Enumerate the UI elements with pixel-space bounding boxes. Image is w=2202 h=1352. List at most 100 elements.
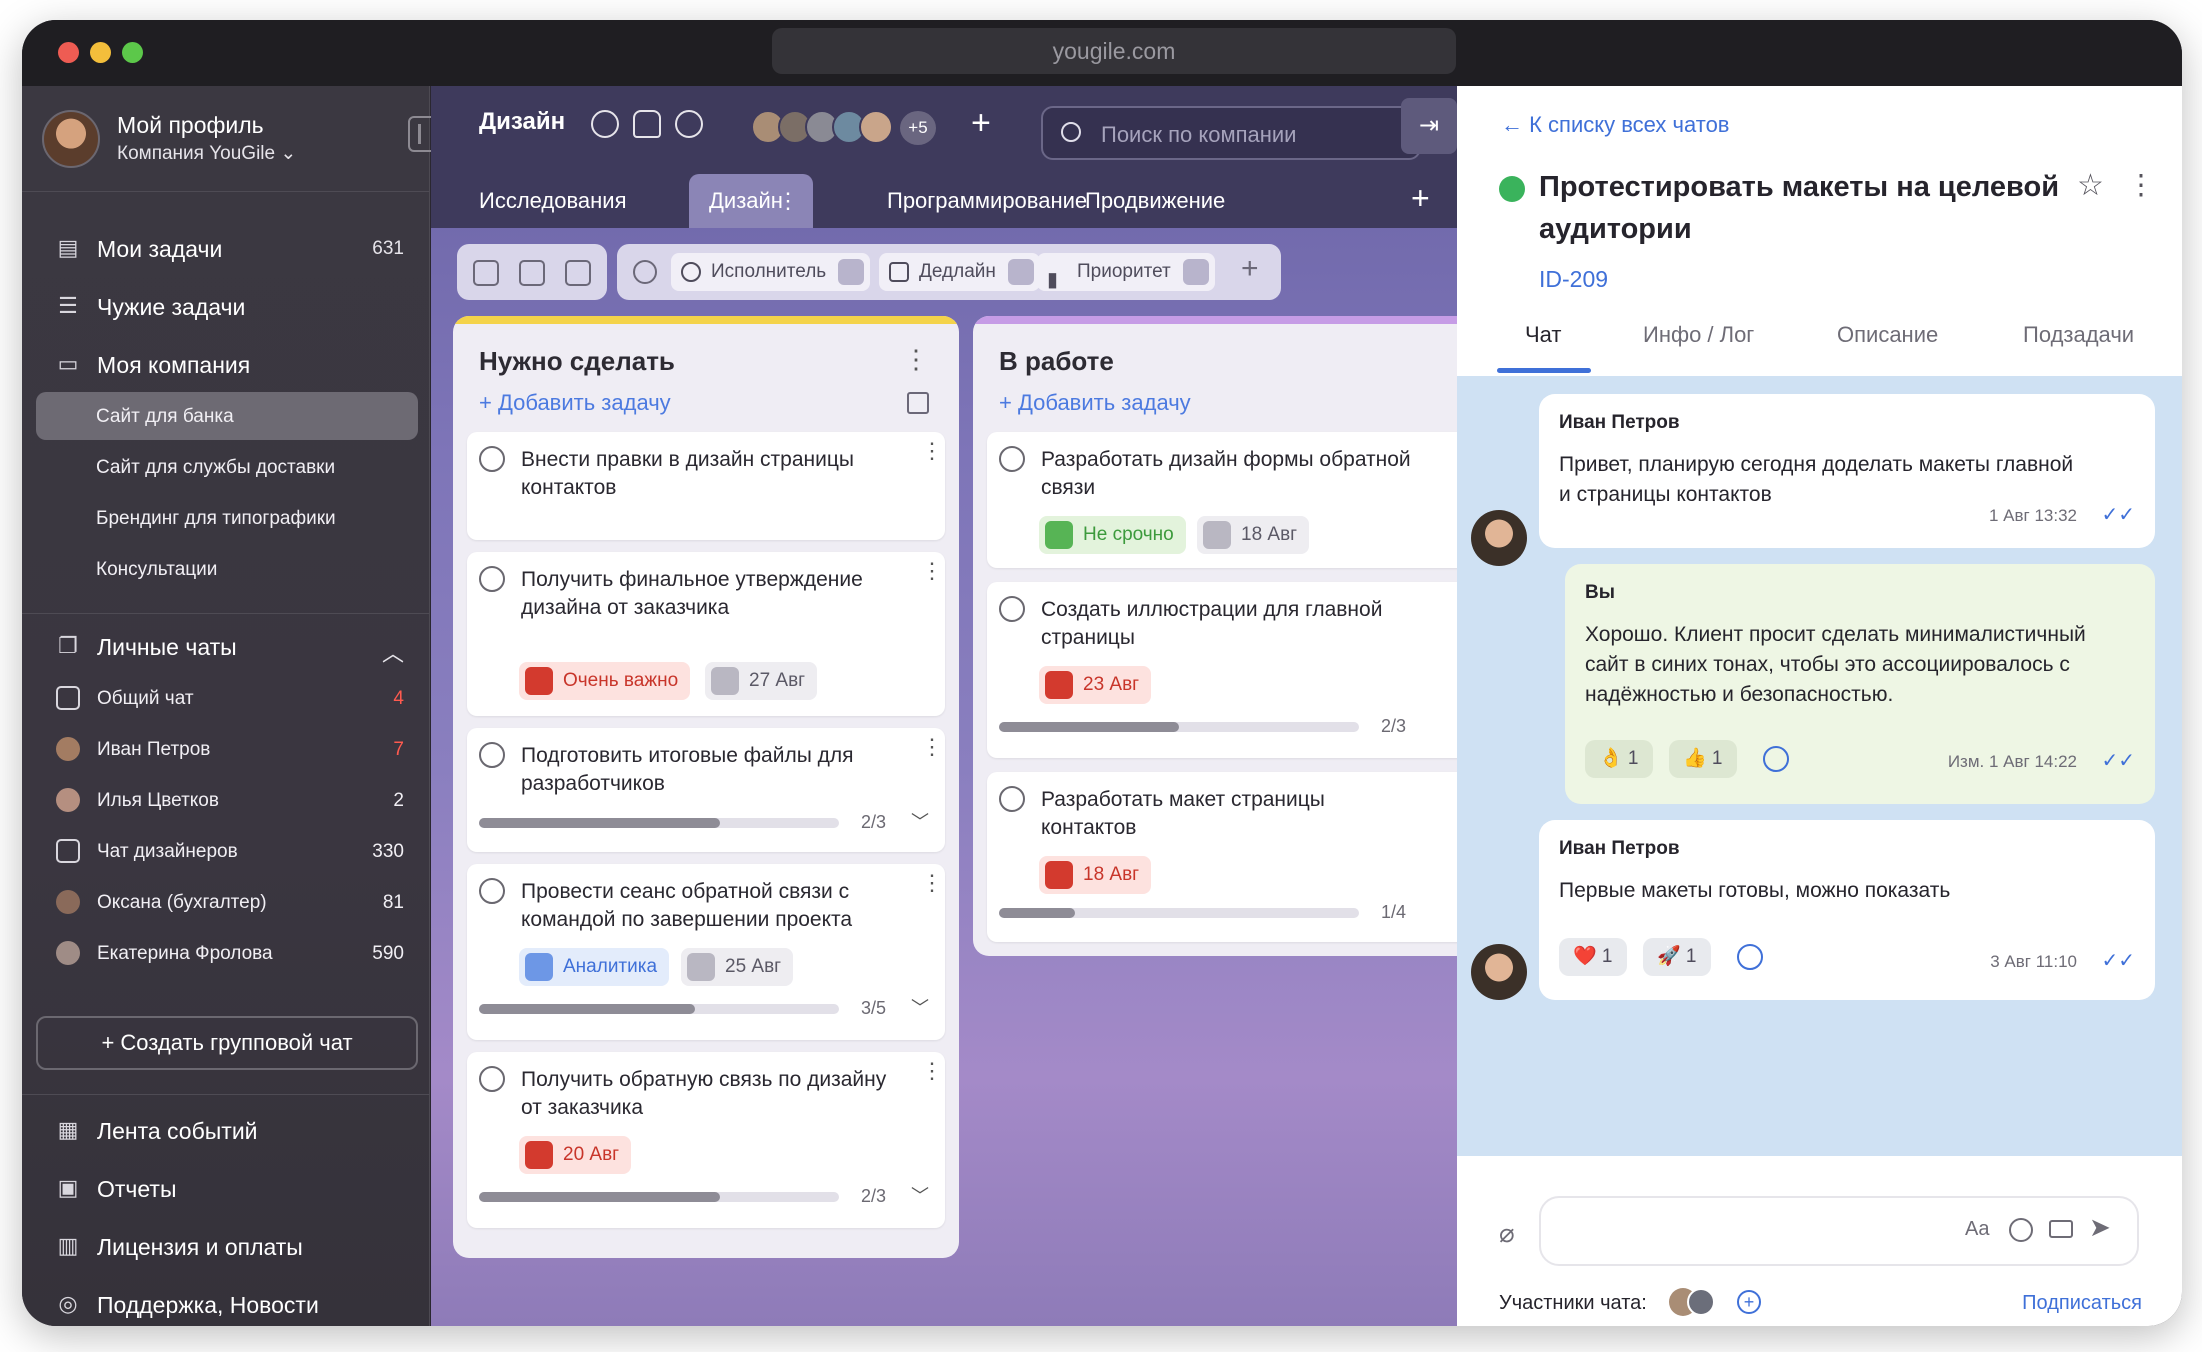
chevron-up-icon[interactable]: ︿ [382,636,404,668]
reaction-ok[interactable]: 👌 1 [1585,740,1653,778]
profile-block[interactable]: Мой профиль Компания YouGile ⌄ [22,86,444,192]
add-participant-icon[interactable]: + [1737,1290,1761,1314]
chevron-down-icon[interactable]: ﹀ [911,1182,929,1208]
search-input[interactable]: Поиск по компании [1041,106,1421,160]
list-view-icon[interactable] [565,260,591,286]
checkbox-icon[interactable] [999,446,1025,472]
add-tab-icon[interactable]: + [1411,180,1430,217]
status-done-icon[interactable] [1499,176,1525,202]
priority-tag[interactable]: Не срочно [1039,516,1186,554]
kebab-icon[interactable]: ⋮ [921,1060,943,1082]
kanban-view-icon[interactable] [473,260,499,286]
sidebar-item-support[interactable]: ◎ Поддержка, Новости [22,1280,430,1326]
chat-item[interactable]: Иван Петров 7 [22,725,430,775]
task-card[interactable]: Провести сеанс обратной связи с командой… [467,864,945,1040]
checkbox-icon[interactable] [479,878,505,904]
tab-design[interactable]: Дизайн ⋮ [689,174,813,228]
task-card[interactable]: Получить обратную связь по дизайну от за… [467,1052,945,1228]
sidebar-item-license[interactable]: ▥ Лицензия и оплаты [22,1222,430,1272]
chats-section-header[interactable]: ❐ Личные чаты ︿ [22,622,430,672]
send-icon[interactable]: ➤ [2089,1212,2111,1243]
gear-icon[interactable] [591,110,619,138]
project-item[interactable]: Сайт для банка [36,392,418,440]
open-panel-icon[interactable]: ⇥ [1401,98,1457,154]
checkbox-icon[interactable] [479,446,505,472]
text-format-icon[interactable]: Aa [1965,1218,1989,1241]
add-task-button[interactable]: + Добавить задачу [479,390,671,416]
add-reaction-icon[interactable] [1763,746,1789,772]
filter-icon[interactable] [1007,259,1034,285]
tab-info-log[interactable]: Инфо / Лог [1643,322,1754,348]
close-window-icon[interactable] [58,42,79,63]
chat-item[interactable]: Общий чат 4 [22,674,430,724]
message-input[interactable]: Aa ➤ [1539,1196,2139,1266]
task-card[interactable]: Разработать дизайн формы обратной связи … [987,432,1457,568]
calendar-view-icon[interactable] [519,260,545,286]
date-tag[interactable]: 18 Авг [1039,856,1152,894]
column-menu-icon[interactable]: ⋮ [903,344,929,375]
kebab-icon[interactable]: ⋮ [777,174,799,228]
chat-item[interactable]: Екатерина Фролова 590 [22,929,430,979]
kebab-icon[interactable]: ⋮ [921,736,943,758]
filter-assignee[interactable]: Исполнитель [671,253,871,291]
chevron-down-icon[interactable]: ﹀ [911,994,929,1020]
maximize-window-icon[interactable] [122,42,143,63]
task-card[interactable]: Внести правки в дизайн страницы контакто… [467,432,945,540]
help-icon[interactable] [675,110,703,138]
kebab-icon[interactable]: ⋮ [2127,168,2155,201]
avatar[interactable] [1471,944,1527,1000]
more-members-badge[interactable]: +5 [900,111,936,145]
project-item[interactable]: Сайт для службы доставки [36,443,418,491]
date-tag[interactable]: 25 Авг [681,948,794,986]
filter-icon[interactable] [1182,259,1209,285]
url-bar[interactable]: yougile.com [772,28,1456,74]
date-tag[interactable]: 27 Авг [705,662,818,700]
task-card[interactable]: Разработать макет страницы контактов 18 … [987,772,1457,942]
chevron-down-icon[interactable]: ﹀ [911,808,929,834]
add-member-icon[interactable]: + [971,104,991,143]
star-icon[interactable]: ☆ [2077,168,2104,203]
task-card[interactable]: Подготовить итоговые файлы для разработч… [467,728,945,852]
create-group-chat-button[interactable]: + Создать групповой чат [36,1016,418,1070]
chat-item[interactable]: Илья Цветков 2 [22,776,430,826]
category-tag[interactable]: Аналитика [519,948,670,986]
date-tag[interactable]: 23 Авг [1039,666,1152,704]
video-icon[interactable] [2049,1220,2073,1238]
avatar[interactable] [1687,1288,1715,1316]
project-item[interactable]: Брендинг для типографики [36,494,418,542]
add-reaction-icon[interactable] [1737,944,1763,970]
filter-deadline[interactable]: Дедлайн [879,253,1040,291]
subscribe-link[interactable]: Подписаться [2022,1292,2142,1315]
avatar[interactable] [1471,510,1527,566]
company-selector[interactable]: Компания YouGile ⌄ [117,142,296,165]
sidebar-item-events[interactable]: ▦ Лента событий [22,1106,430,1156]
project-item[interactable]: Консультации [36,545,418,593]
sidebar-item-my-tasks[interactable]: ▤ Мои задачи 631 [22,224,430,274]
avatar[interactable] [859,110,893,144]
emoji-icon[interactable] [2009,1218,2033,1242]
checkbox-icon[interactable] [479,1066,505,1092]
bell-icon[interactable] [633,110,661,138]
sidebar-item-others-tasks[interactable]: ☰ Чужие задачи [22,282,430,332]
chat-item[interactable]: Оксана (бухгалтер) 81 [22,878,430,928]
tab-subtasks[interactable]: Подзадачи [2023,322,2134,348]
add-filter-icon[interactable]: + [1241,252,1259,286]
priority-tag[interactable]: Очень важно [519,662,691,700]
chat-item[interactable]: Чат дизайнеров 330 [22,827,430,877]
tab-chat[interactable]: Чат [1525,322,1562,348]
tab-description[interactable]: Описание [1837,322,1938,348]
checkbox-icon[interactable] [479,742,505,768]
settings-icon[interactable] [633,260,657,284]
add-task-button[interactable]: + Добавить задачу [999,390,1191,416]
kebab-icon[interactable]: ⋮ [921,440,943,462]
attach-icon[interactable]: ⌀ [1499,1218,1515,1249]
filter-icon[interactable] [838,259,865,285]
checkbox-icon[interactable] [479,566,505,592]
reaction-heart[interactable]: ❤️ 1 [1559,938,1627,976]
tab-research[interactable]: Исследования [459,174,647,228]
sidebar-item-my-company[interactable]: ▭ Моя компания [22,340,430,390]
task-card[interactable]: Получить финальное утверждение дизайна о… [467,552,945,716]
date-tag[interactable]: 20 Авг [519,1136,632,1174]
date-tag[interactable]: 18 Авг [1197,516,1310,554]
checkbox-icon[interactable] [999,596,1025,622]
